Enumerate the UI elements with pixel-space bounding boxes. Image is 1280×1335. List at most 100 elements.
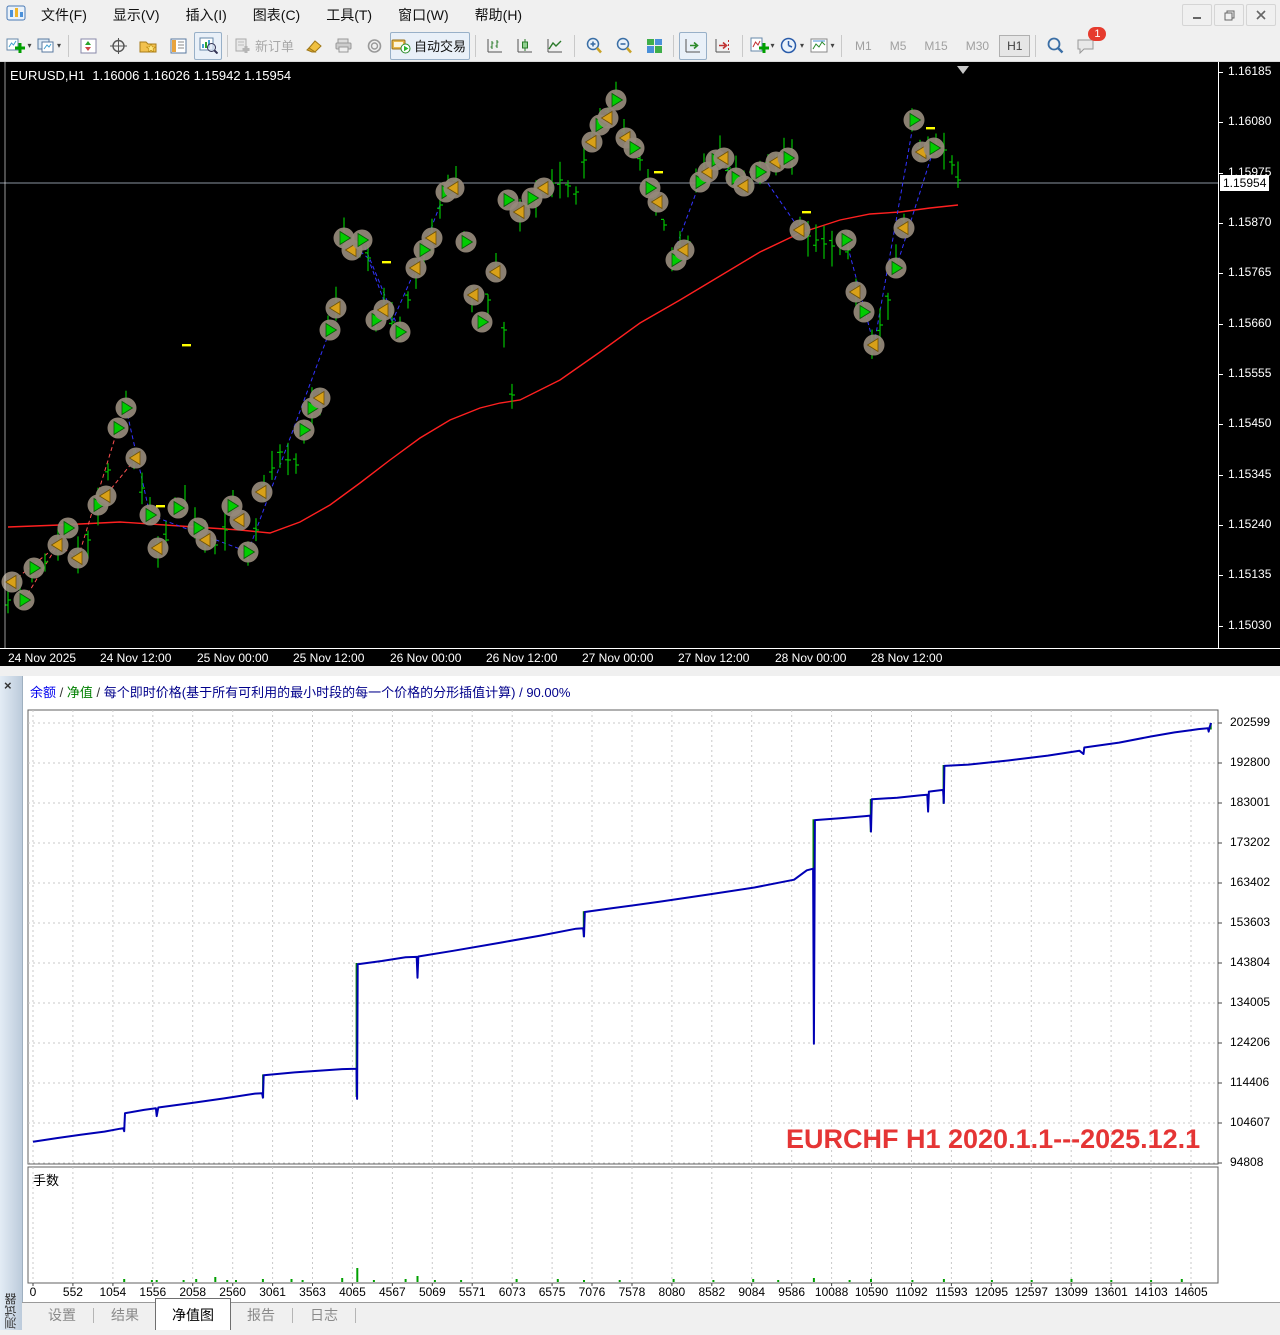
market-watch-button[interactable] [74, 32, 102, 60]
menu-insert[interactable]: 插入(I) [173, 0, 240, 30]
tab-results[interactable]: 结果 [95, 1301, 155, 1330]
eraser-button[interactable] [300, 32, 328, 60]
zoom-out-button[interactable] [610, 32, 638, 60]
time-axis-label: 25 Nov 00:00 [197, 651, 269, 665]
new-order-button[interactable]: 新订单 [233, 32, 298, 60]
price-axis-label: 1.15765 [1228, 265, 1272, 279]
line-chart-icon [547, 38, 563, 52]
spiral-icon [367, 38, 381, 53]
lots-panel-label: 手数 [33, 1173, 60, 1188]
timeframe-m1[interactable]: M1 [847, 35, 880, 57]
candlestick-chart-button[interactable] [511, 32, 539, 60]
clock-icon [780, 37, 797, 54]
timeframe-h1[interactable]: H1 [999, 34, 1031, 57]
autotrading-icon [391, 39, 411, 54]
time-axis-label: 24 Nov 2025 [8, 651, 77, 665]
price-axis-tick [1219, 173, 1223, 174]
toolbar-separator [673, 34, 675, 57]
menu-help[interactable]: 帮助(H) [462, 0, 535, 30]
model-description: 每个即时价格(基于所有可利用的最小时段的每一个价格的分形插值计算) [103, 685, 516, 700]
tile-windows-button[interactable] [640, 32, 668, 60]
templates-button[interactable]: ▾ [808, 32, 836, 60]
price-axis-label: 1.15345 [1228, 467, 1272, 481]
menu-file[interactable]: 文件(F) [28, 0, 100, 30]
search-icon [1048, 37, 1064, 54]
navigator-button[interactable] [134, 32, 162, 60]
periods-button[interactable]: ▾ [778, 32, 806, 60]
chart-shift-icon [715, 38, 731, 52]
menu-view[interactable]: 显示(V) [100, 0, 173, 30]
window-controls [1182, 4, 1276, 26]
line-chart-button[interactable] [541, 32, 569, 60]
equity-chart-canvas [27, 709, 1222, 1286]
equity-y-axis-label: 173202 [1230, 835, 1271, 849]
auto-scroll-button[interactable] [679, 31, 708, 60]
tester-vertical-tab[interactable]: 测试器 [2, 1293, 19, 1329]
close-tester-icon[interactable]: × [4, 678, 12, 693]
equity-legend-label: 净值 [66, 685, 93, 700]
price-axis-tick [1219, 223, 1223, 224]
tab-settings[interactable]: 设置 [32, 1301, 92, 1330]
chart-symbol: EURUSD,H1 [10, 68, 86, 83]
indicators-button[interactable]: ▾ [748, 32, 776, 60]
menu-window[interactable]: 窗口(W) [385, 0, 462, 30]
minimize-button[interactable] [1182, 4, 1212, 26]
price-chart-canvas[interactable] [0, 62, 1218, 648]
profiles-button[interactable]: ▾ [35, 32, 63, 60]
restore-button[interactable] [1214, 4, 1244, 26]
menu-charts[interactable]: 图表(C) [240, 0, 313, 30]
equity-y-axis-label: 114406 [1230, 1075, 1270, 1089]
equity-y-axis-label: 134005 [1230, 995, 1271, 1009]
price-axis-tick [1219, 374, 1223, 375]
price-axis[interactable]: 1.16185 1.16080 1.15975 1.15870 1.15765 1.156… [1218, 62, 1280, 648]
chevron-down-icon: ▾ [830, 41, 835, 50]
time-axis-label: 28 Nov 00:00 [775, 651, 847, 665]
tab-report[interactable]: 报告 [231, 1301, 291, 1330]
market-watch-icon [80, 38, 96, 53]
price-axis-label: 1.16080 [1228, 114, 1272, 128]
price-chart-window[interactable]: EURUSD,H1 1.16006 1.16026 1.15942 1.1595… [0, 62, 1280, 667]
bar-chart-button[interactable] [481, 32, 509, 60]
price-axis-label: 1.15870 [1228, 215, 1272, 229]
chevron-down-icon: ▾ [770, 41, 775, 50]
notifications-button[interactable]: 1 [1071, 26, 1107, 60]
price-axis-tick [1219, 324, 1223, 325]
equity-x-axis-label: 14605 [1174, 1285, 1208, 1299]
equity-y-axis: 202599 192800 183001 173202 163402 153603 1438… [1222, 676, 1280, 1335]
toolbar-separator [227, 34, 228, 57]
timeframe-m5[interactable]: M5 [882, 35, 915, 57]
snail-mail-button[interactable] [360, 32, 388, 60]
navigator-icon [139, 41, 157, 53]
toolbar-separator [68, 34, 69, 57]
equity-y-axis-label: 143804 [1230, 955, 1271, 969]
price-axis-tick [1219, 72, 1223, 73]
tester-tabs: 设置 结果 净值图 报告 日志 [22, 1298, 1280, 1330]
time-axis-label: 25 Nov 12:00 [293, 651, 365, 665]
strategy-tester-button[interactable] [194, 31, 222, 60]
chart-shift-button[interactable] [709, 32, 737, 60]
eraser-icon [306, 40, 322, 53]
autotrading-button[interactable]: 自动交易 [390, 31, 471, 60]
mt4-window: 文件(F) 显示(V) 插入(I) 图表(C) 工具(T) 窗口(W) 帮助(H… [0, 0, 1280, 1335]
terminal-button[interactable] [164, 32, 192, 60]
zoom-in-button[interactable] [580, 32, 608, 60]
new-chart-icon [6, 38, 26, 53]
time-axis[interactable]: 24 Nov 2025 24 Nov 12:00 25 Nov 00:00 25 No… [0, 648, 1280, 667]
tab-journal[interactable]: 日志 [294, 1301, 354, 1330]
search-button[interactable] [1041, 32, 1069, 60]
data-window-button[interactable] [104, 32, 132, 60]
time-axis-label: 24 Nov 12:00 [100, 651, 172, 665]
tab-graph[interactable]: 净值图 [155, 1298, 231, 1330]
new-order-icon [235, 38, 250, 53]
new-chart-button[interactable]: ▾ [5, 32, 33, 60]
timeframe-m30[interactable]: M30 [958, 35, 997, 57]
price-axis-tick [1219, 475, 1223, 476]
status-strip [0, 1330, 1280, 1335]
menu-tools[interactable]: 工具(T) [313, 0, 385, 30]
timeframe-m15[interactable]: M15 [916, 35, 955, 57]
close-button[interactable] [1246, 4, 1276, 26]
price-axis-tick [1219, 525, 1223, 526]
equity-y-axis-label: 183001 [1230, 795, 1271, 809]
print-button[interactable] [330, 32, 358, 60]
auto-scroll-icon [685, 38, 701, 52]
